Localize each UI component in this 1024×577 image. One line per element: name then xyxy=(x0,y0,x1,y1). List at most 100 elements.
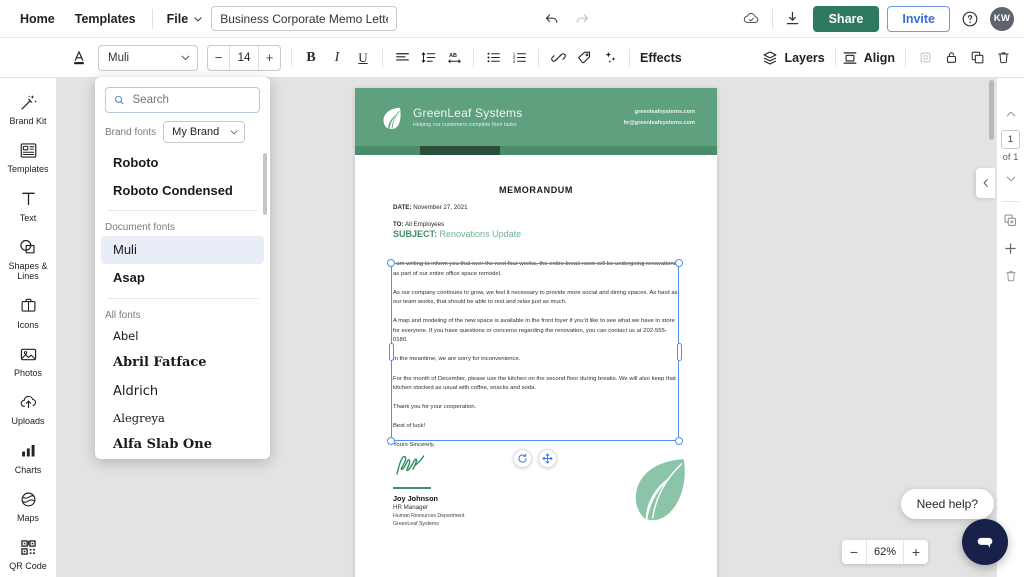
nav-templates[interactable]: Templates xyxy=(65,6,146,32)
font-option-roboto[interactable]: Roboto xyxy=(101,149,264,177)
decorative-leaf-icon[interactable] xyxy=(627,456,689,526)
sidebar-item-text[interactable]: Text xyxy=(0,181,57,229)
tag-icon[interactable] xyxy=(571,45,597,71)
body-paragraph: Best of luck! xyxy=(393,422,678,432)
font-option-roboto-condensed[interactable]: Roboto Condensed xyxy=(101,177,264,205)
bulleted-list-icon[interactable] xyxy=(480,45,506,71)
sidebar-item-maps[interactable]: Maps xyxy=(0,481,57,529)
undo-icon[interactable] xyxy=(538,5,566,33)
memo-to[interactable]: TO: All Employees xyxy=(393,221,444,228)
nav-home[interactable]: Home xyxy=(10,6,65,32)
memo-subject[interactable]: SUBJECT: Renovations Update xyxy=(393,229,521,239)
font-size-stepper[interactable]: − 14 + xyxy=(207,45,281,71)
resize-handle-tr[interactable] xyxy=(675,259,683,267)
ai-sparkle-icon[interactable] xyxy=(597,45,623,71)
font-list-scrollbar[interactable] xyxy=(263,153,267,215)
duplicate-icon[interactable] xyxy=(964,45,990,71)
memo-title[interactable]: MEMORANDUM xyxy=(355,185,717,195)
font-search-input[interactable] xyxy=(131,93,251,107)
sidebar-item-photos[interactable]: Photos xyxy=(0,336,57,384)
font-size-value[interactable]: 14 xyxy=(229,46,259,70)
pages-panel: 1 of 1 xyxy=(996,78,1024,577)
resize-handle-bl[interactable] xyxy=(387,437,395,445)
signature-image[interactable] xyxy=(393,446,433,486)
document-title-input[interactable] xyxy=(211,6,397,31)
zoom-out-button[interactable]: − xyxy=(842,540,866,564)
text-align-icon[interactable] xyxy=(389,45,415,71)
zoom-control[interactable]: − 62% + xyxy=(842,540,928,564)
font-option-alfa-slab-one[interactable]: Alfa Slab One xyxy=(101,431,264,449)
need-help-button[interactable]: Need help? xyxy=(901,489,994,519)
crop-icon[interactable] xyxy=(912,45,938,71)
font-list[interactable]: Roboto Roboto Condensed Document fonts M… xyxy=(95,149,270,449)
numbered-list-icon[interactable]: 123 xyxy=(506,45,532,71)
font-option-alegreya[interactable]: Alegreya xyxy=(101,406,264,432)
document-page[interactable]: GreenLeaf Systems Helping our customers … xyxy=(355,88,717,577)
cloud-saved-icon[interactable] xyxy=(738,5,766,33)
chevron-up-icon[interactable] xyxy=(1000,103,1022,125)
sidebar-item-icons[interactable]: Icons xyxy=(0,288,57,336)
to-label: TO: xyxy=(393,221,404,228)
resize-handle-tl[interactable] xyxy=(387,259,395,267)
magic-wand-icon xyxy=(19,91,38,113)
underline-button[interactable]: U xyxy=(350,45,376,71)
font-family-select[interactable]: Muli xyxy=(98,45,198,71)
move-icon[interactable] xyxy=(538,449,557,468)
bold-button[interactable]: B xyxy=(298,45,324,71)
sidebar-item-shapes-lines[interactable]: Shapes & Lines xyxy=(0,229,57,288)
effects-button[interactable]: Effects xyxy=(636,51,686,65)
chevron-down-icon[interactable] xyxy=(1000,168,1022,190)
collapse-panel-icon[interactable] xyxy=(976,168,995,198)
letter-spacing-icon[interactable]: AB xyxy=(441,45,467,71)
layers-button[interactable]: Layers xyxy=(762,50,828,66)
lock-icon[interactable] xyxy=(938,45,964,71)
sidebar-item-uploads[interactable]: Uploads xyxy=(0,384,57,432)
font-size-increase[interactable]: + xyxy=(259,46,280,70)
divider-5 xyxy=(473,49,474,67)
font-size-decrease[interactable]: − xyxy=(208,46,229,70)
chat-button[interactable] xyxy=(962,519,1008,565)
font-dropdown-panel[interactable]: Brand fonts My Brand Roboto Roboto Conde… xyxy=(95,77,270,459)
chat-bubble-icon xyxy=(974,531,996,553)
share-button[interactable]: Share xyxy=(813,6,880,32)
memo-body[interactable]: I am writing to inform you that over the… xyxy=(393,260,678,460)
delete-icon[interactable] xyxy=(990,45,1016,71)
duplicate-page-icon[interactable] xyxy=(1000,209,1022,231)
link-icon[interactable] xyxy=(545,45,571,71)
font-option-abel[interactable]: Abel xyxy=(101,324,264,350)
body-paragraph: In the meantime, we are sorry for inconv… xyxy=(393,355,678,365)
font-option-asap[interactable]: Asap xyxy=(101,264,264,292)
sidebar-item-qr-code[interactable]: QR Code xyxy=(0,529,57,577)
zoom-value[interactable]: 62% xyxy=(866,540,904,564)
file-menu[interactable]: File xyxy=(159,6,212,32)
text-color-icon[interactable] xyxy=(66,45,92,71)
resize-handle-left[interactable] xyxy=(389,343,394,361)
avatar[interactable]: KW xyxy=(990,7,1014,31)
left-rail: Brand Kit Templates Text Shapes & Lines … xyxy=(0,78,57,577)
sidebar-item-charts[interactable]: Charts xyxy=(0,433,57,481)
resize-handle-br[interactable] xyxy=(675,437,683,445)
align-button[interactable]: Align xyxy=(842,50,899,66)
brand-select[interactable]: My Brand xyxy=(163,121,245,143)
font-option-muli[interactable]: Muli xyxy=(101,236,264,264)
download-icon[interactable] xyxy=(779,5,807,33)
sidebar-item-templates[interactable]: Templates xyxy=(0,132,57,180)
resize-handle-right[interactable] xyxy=(677,343,682,361)
delete-page-icon[interactable] xyxy=(1000,265,1022,287)
font-option-abril-fatface[interactable]: Abril Fatface xyxy=(101,349,264,377)
font-option-aldrich[interactable]: Aldrich xyxy=(101,378,264,406)
help-icon[interactable] xyxy=(956,5,984,33)
page-number-input[interactable]: 1 xyxy=(1001,130,1020,149)
memo-date[interactable]: DATE: November 27, 2021 xyxy=(393,204,468,211)
rotate-icon[interactable] xyxy=(513,449,532,468)
font-search-box[interactable] xyxy=(105,87,260,113)
templates-icon xyxy=(19,139,38,161)
sidebar-item-brand-kit[interactable]: Brand Kit xyxy=(0,84,57,132)
zoom-in-button[interactable]: + xyxy=(904,540,928,564)
add-page-icon[interactable] xyxy=(1000,237,1022,259)
line-spacing-icon[interactable] xyxy=(415,45,441,71)
invite-button[interactable]: Invite xyxy=(887,6,950,32)
redo-icon[interactable] xyxy=(568,5,596,33)
italic-button[interactable]: I xyxy=(324,45,350,71)
canvas-scrollbar[interactable] xyxy=(989,80,994,140)
